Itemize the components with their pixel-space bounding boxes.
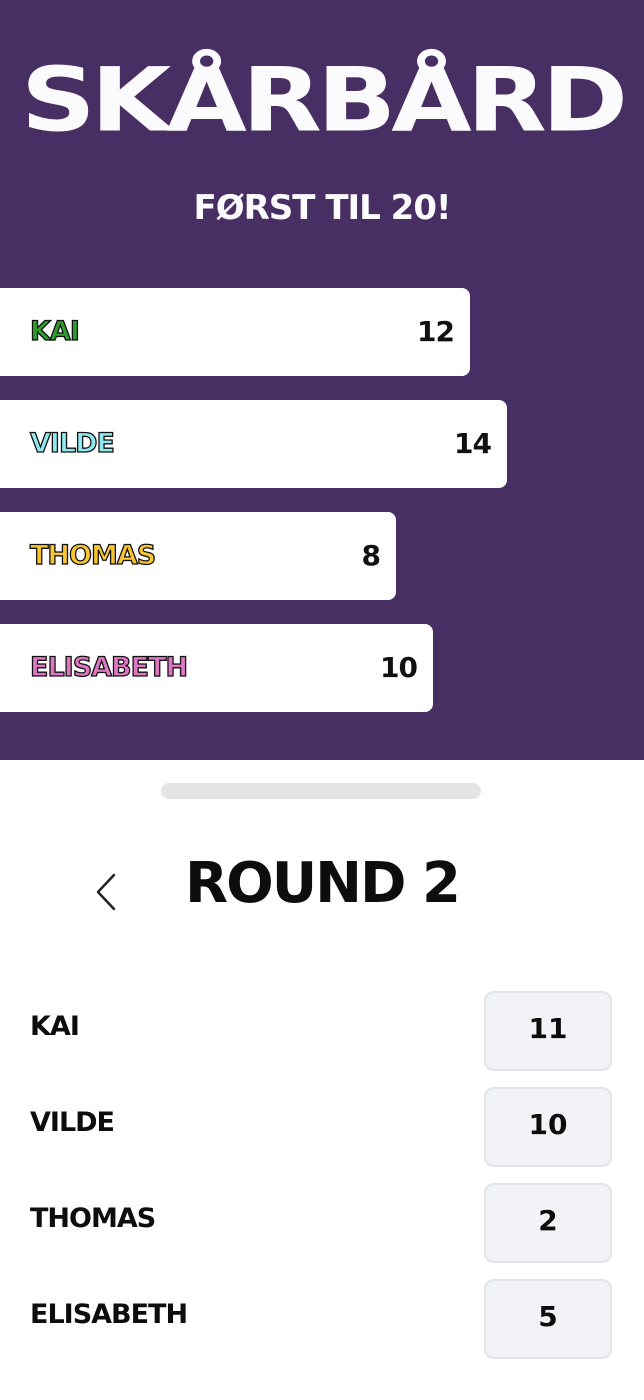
score-row-elisabeth: ELISABETH 10 <box>0 624 433 712</box>
goal-subtitle: FØRST TIL 20! <box>193 188 452 228</box>
round-row-vilde: VILDE 10 <box>0 1087 644 1167</box>
round-title: ROUND 2 <box>184 851 461 916</box>
round-score-input[interactable]: 2 <box>484 1183 612 1263</box>
score-player-name: ELISABETH <box>29 651 188 683</box>
score-player-name: KAI <box>29 315 80 347</box>
round-player-name: VILDE <box>30 1107 115 1138</box>
score-row-kai: KAI 12 <box>0 288 470 376</box>
round-row-elisabeth: ELISABETH 5 <box>0 1279 644 1359</box>
round-score-input[interactable]: 5 <box>484 1279 612 1359</box>
score-total: 8 <box>361 539 382 572</box>
score-player-name: VILDE <box>29 427 115 459</box>
round-player-name: ELISABETH <box>30 1299 188 1330</box>
app-title: SKÅRBÅRD <box>20 48 628 152</box>
sheet-drag-handle[interactable] <box>161 783 481 799</box>
round-score-input[interactable]: 10 <box>484 1087 612 1167</box>
round-player-name: KAI <box>30 1011 80 1042</box>
score-player-name: THOMAS <box>29 539 156 571</box>
round-player-name: THOMAS <box>30 1203 156 1234</box>
score-total: 14 <box>454 427 492 460</box>
round-score-input[interactable]: 11 <box>484 991 612 1071</box>
round-row-kai: KAI 11 <box>0 991 644 1071</box>
score-row-thomas: THOMAS 8 <box>0 512 396 600</box>
scoreboard-panel: SKÅRBÅRD FØRST TIL 20! KAI 12 VILDE 14 T… <box>0 0 644 760</box>
round-row-thomas: THOMAS 2 <box>0 1183 644 1263</box>
score-total: 10 <box>380 651 418 684</box>
score-row-vilde: VILDE 14 <box>0 400 507 488</box>
score-total: 12 <box>417 315 455 348</box>
